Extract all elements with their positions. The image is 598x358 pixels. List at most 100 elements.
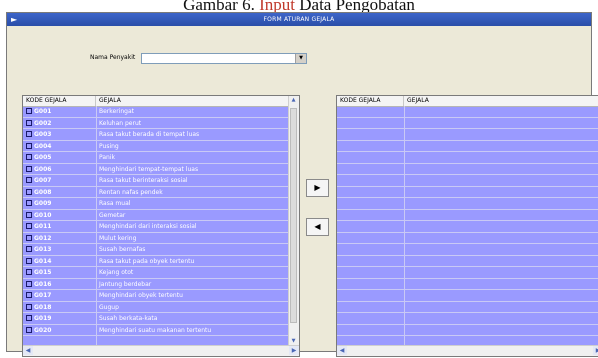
column-header-symptom[interactable]: GEJALA [96, 96, 291, 106]
row-checkbox[interactable] [26, 257, 32, 264]
symptom-code: G020 [34, 326, 52, 334]
table-row[interactable]: G002 Keluhan perut [23, 118, 289, 129]
scroll-left-icon[interactable]: ◀ [337, 346, 347, 355]
symptom-code: G003 [34, 131, 52, 138]
scroll-right-icon[interactable]: ▶ [593, 346, 598, 355]
form-window: ► FORM ATURAN GEJALA Nama Penyakit ▼ KOD… [6, 12, 598, 357]
disease-name-label: Nama Penyakit [90, 54, 136, 61]
scroll-left-icon[interactable]: ◀ [23, 346, 33, 355]
table-row[interactable]: G009 Rasa mual [23, 198, 289, 210]
vertical-scrollbar[interactable]: ▲ ▼ [288, 96, 299, 346]
symptom-code: G012 [34, 234, 52, 242]
symptom-code: G016 [34, 280, 52, 288]
empty-row [337, 221, 598, 233]
symptom-code: G007 [34, 177, 52, 184]
chevron-down-icon[interactable]: ▼ [295, 54, 306, 63]
symptom-name: Rasa mual [99, 200, 131, 207]
scroll-right-icon[interactable]: ▶ [289, 346, 299, 355]
row-checkbox[interactable] [26, 223, 32, 229]
symptom-list-panel: KODE GEJALA GEJALA G001 Berkeringat G002 Ke… [22, 95, 300, 357]
empty-row [337, 302, 598, 313]
table-row[interactable]: G008 Rentan nafas pendek [23, 187, 289, 198]
disease-name-select[interactable]: ▼ [141, 53, 307, 64]
symptom-name: Menghindari suatu makanan tertentu [99, 326, 212, 334]
table-row[interactable]: G020 Menghindari suatu makanan tertentu [23, 325, 289, 336]
row-checkbox[interactable] [26, 119, 32, 126]
row-checkbox[interactable] [26, 142, 32, 149]
symptom-code: G009 [34, 200, 52, 207]
symptom-code: G013 [34, 246, 52, 253]
empty-row [337, 198, 598, 210]
table-row[interactable]: G019 Susah berkata-kata [23, 313, 289, 325]
row-checkbox[interactable] [26, 200, 32, 206]
row-checkbox[interactable] [26, 315, 32, 321]
remove-symptom-button[interactable]: ◀ [306, 218, 329, 236]
triangle-left-icon: ◀ [314, 222, 321, 231]
symptom-code: G002 [34, 119, 52, 127]
row-checkbox[interactable] [26, 131, 32, 137]
row-checkbox[interactable] [26, 292, 32, 298]
add-symptom-button[interactable]: ▶ [306, 179, 329, 197]
scroll-up-icon[interactable]: ▲ [289, 96, 298, 105]
row-checkbox[interactable] [26, 211, 32, 218]
row-checkbox[interactable] [26, 165, 32, 172]
empty-row [337, 152, 598, 164]
symptom-name: Mulut kering [99, 234, 137, 242]
empty-row [337, 325, 598, 336]
row-checkbox[interactable] [26, 188, 32, 195]
row-checkbox[interactable] [26, 177, 32, 183]
row-checkbox[interactable] [26, 280, 32, 287]
table-row[interactable]: G005 Panik [23, 152, 289, 164]
symptom-name: Menghindari obyek tertentu [99, 292, 183, 299]
symptom-name: Berkeringat [99, 108, 135, 115]
symptom-code: G018 [34, 303, 52, 311]
empty-row [337, 233, 598, 244]
selected-symptom-panel: KODE GEJALA GEJALA ◀ ▶ [336, 95, 598, 357]
table-row[interactable]: G017 Menghindari obyek tertentu [23, 290, 289, 302]
empty-row [337, 256, 598, 267]
table-row[interactable]: G011 Menghindari dari interaksi sosial [23, 221, 289, 233]
symptom-name: Rentan nafas pendek [99, 188, 163, 196]
table-row[interactable]: G015 Kejang otot [23, 267, 289, 279]
symptom-code: G014 [34, 257, 52, 265]
table-row[interactable]: G001 Berkeringat [23, 106, 289, 118]
symptom-code: G015 [34, 269, 52, 276]
symptom-name: Kejang otot [99, 269, 134, 276]
column-header-code[interactable]: KODE GEJALA [337, 96, 404, 106]
symptom-code: G004 [34, 142, 52, 150]
symptom-code: G008 [34, 188, 52, 196]
horizontal-scrollbar[interactable]: ◀ ▶ [337, 345, 598, 356]
symptom-name: Rasa takut berinteraksi sosial [99, 177, 188, 184]
column-header-code[interactable]: KODE GEJALA [23, 96, 96, 106]
symptom-code: G010 [34, 211, 52, 219]
symptom-name: Gemetar [99, 211, 126, 219]
table-row[interactable]: G007 Rasa takut berinteraksi sosial [23, 175, 289, 187]
row-checkbox[interactable] [26, 326, 32, 333]
row-checkbox[interactable] [26, 108, 32, 114]
symptom-code: G017 [34, 292, 52, 299]
row-checkbox[interactable] [26, 234, 32, 241]
column-header-symptom[interactable]: GEJALA [404, 96, 598, 106]
table-row[interactable]: G010 Gemetar [23, 210, 289, 221]
scroll-thumb[interactable] [290, 108, 297, 323]
table-row[interactable]: G016 Jantung berdebar [23, 279, 289, 290]
empty-row [337, 175, 598, 187]
symptom-code: G019 [34, 315, 52, 322]
table-row[interactable]: G006 Menghindari tempat-tempat luas [23, 164, 289, 175]
table-row[interactable]: G018 Gugup [23, 302, 289, 313]
empty-row [337, 141, 598, 152]
table-row[interactable]: G004 Pusing [23, 141, 289, 152]
table-row[interactable]: G003 Rasa takut berada di tempat luas [23, 129, 289, 141]
row-checkbox[interactable] [26, 303, 32, 310]
symptom-name: Susah berkata-kata [99, 315, 158, 322]
symptom-name: Rasa takut pada obyek tertentu [99, 257, 195, 265]
row-checkbox[interactable] [26, 154, 32, 160]
table-row[interactable]: G012 Mulut kering [23, 233, 289, 244]
empty-row [337, 290, 598, 302]
row-checkbox[interactable] [26, 246, 32, 252]
horizontal-scrollbar[interactable]: ◀ ▶ [23, 345, 299, 356]
row-checkbox[interactable] [26, 269, 32, 275]
empty-row [337, 210, 598, 221]
table-row[interactable]: G014 Rasa takut pada obyek tertentu [23, 256, 289, 267]
table-row[interactable]: G013 Susah bernafas [23, 244, 289, 256]
